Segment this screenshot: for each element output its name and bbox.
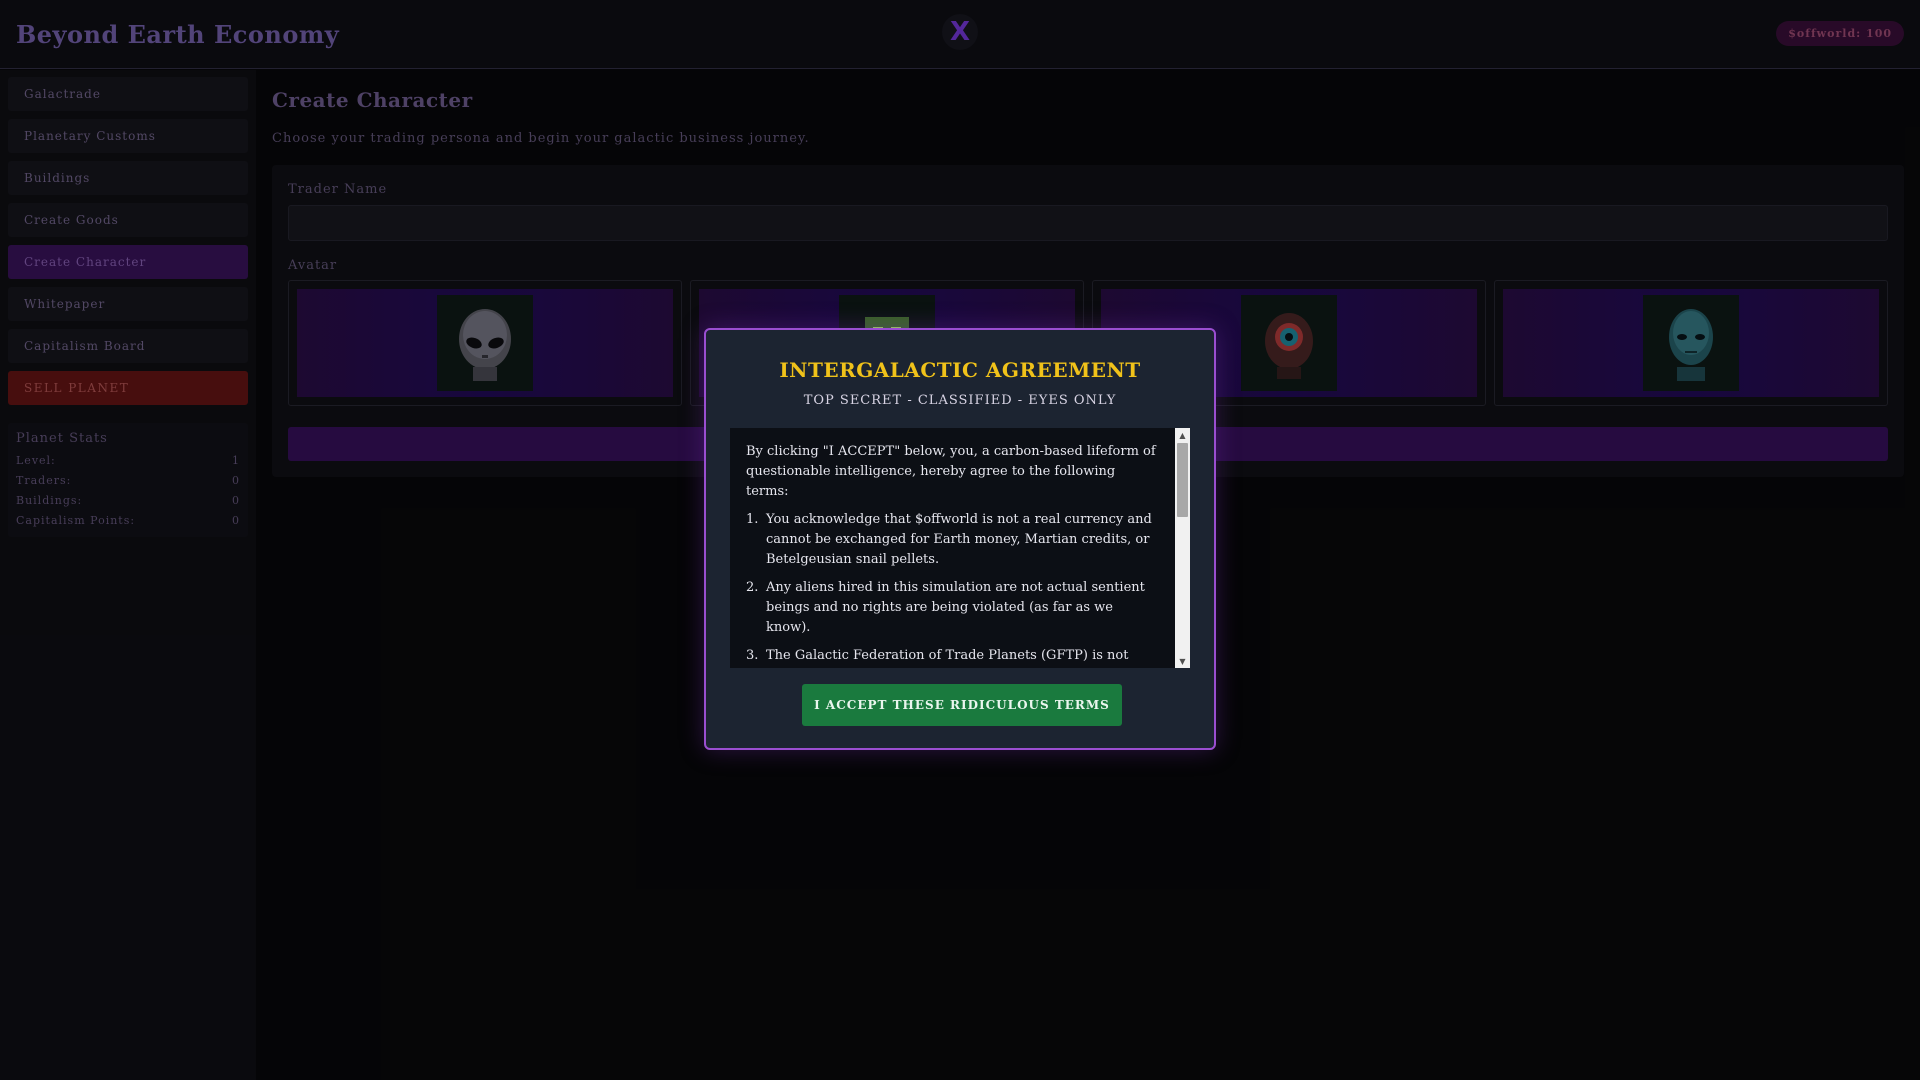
terms-item-text: Any aliens hired in this simulation are … <box>766 580 1145 635</box>
terms-item-number: 1. <box>746 512 759 527</box>
terms-list: 1. You acknowledge that $offworld is not… <box>746 510 1160 668</box>
modal-title: INTERGALACTIC AGREEMENT <box>779 358 1141 382</box>
terms-item-text: You acknowledge that $offworld is not a … <box>766 512 1152 567</box>
terms-item-number: 2. <box>746 580 759 595</box>
terms-scrollbar[interactable]: ▲ ▼ <box>1175 428 1190 668</box>
scroll-up-arrow-icon[interactable]: ▲ <box>1175 428 1190 442</box>
modal-subtitle: TOP SECRET - CLASSIFIED - EYES ONLY <box>803 393 1117 408</box>
terms-scroll-area[interactable]: By clicking "I ACCEPT" below, you, a car… <box>730 428 1190 668</box>
terms-item: 3. The Galactic Federation of Trade Plan… <box>746 646 1160 668</box>
scroll-down-arrow-icon[interactable]: ▼ <box>1175 654 1190 668</box>
terms-item: 2. Any aliens hired in this simulation a… <box>746 578 1160 638</box>
scrollbar-thumb[interactable] <box>1177 443 1188 517</box>
accept-terms-button[interactable]: I ACCEPT THESE RIDICULOUS TERMS <box>802 684 1122 726</box>
terms-item-text: The Galactic Federation of Trade Planets… <box>766 648 1129 663</box>
terms-item: 1. You acknowledge that $offworld is not… <box>746 510 1160 570</box>
terms-intro: By clicking "I ACCEPT" below, you, a car… <box>746 444 1156 499</box>
terms-item-number: 3. <box>746 648 759 663</box>
intergalactic-agreement-modal: INTERGALACTIC AGREEMENT TOP SECRET - CLA… <box>704 328 1216 750</box>
terms-content: By clicking "I ACCEPT" below, you, a car… <box>746 442 1160 668</box>
